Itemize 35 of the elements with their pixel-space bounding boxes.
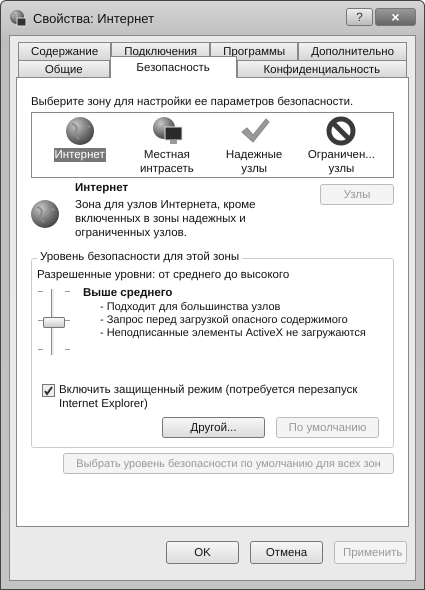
checkbox-label: Включить защищенный режим (потребуется перезапуск Internet Explorer) (59, 383, 358, 411)
allowed-levels: Разрешенные уровни: от среднего до высокого (37, 269, 290, 281)
tab[interactable]: Общие (18, 60, 110, 78)
help-button[interactable]: ? (346, 8, 373, 26)
zone-item[interactable]: Ограничен... узлы (300, 148, 383, 176)
level-detail: - Неподписанные элементы ActiveX не загружаются (100, 327, 366, 340)
zone-item[interactable]: Местная интрасеть (125, 148, 208, 176)
zone-description: Зона для узлов Интернета, кроме включенных в зоны надежных и ограниченных узлов. (75, 198, 257, 240)
tab[interactable]: Конфиденциальность (236, 60, 407, 78)
tab[interactable]: Программы (210, 42, 298, 60)
level-detail: - Подходит для большинства узлов (100, 301, 282, 314)
tab[interactable]: Содержание (18, 42, 112, 60)
level-detail: - Запрос перед загрузкой опасного содержимого (100, 314, 349, 327)
level-name: Выше среднего (83, 287, 174, 299)
ok-button[interactable]: OK (166, 541, 239, 564)
close-button[interactable]: × (375, 8, 416, 26)
zone-title: Интернет (75, 182, 130, 194)
internet-options-icon (9, 9, 27, 27)
globe-icon (64, 115, 96, 147)
zone-prompt: Выберите зону для настройки ее параметров безопасности. (31, 96, 354, 108)
slider-thumb[interactable] (43, 317, 65, 328)
tab[interactable]: Дополнительно (298, 42, 408, 60)
globe-monitor-icon (150, 115, 183, 147)
window-title: Свойства: Интернет (33, 10, 156, 26)
group-legend: Уровень безопасности для этой зоны (37, 251, 242, 263)
globe-icon (29, 198, 61, 230)
custom-level-button[interactable]: Другой... (162, 417, 265, 438)
level-slider[interactable] (37, 287, 71, 357)
zone-item[interactable]: Надежные узлы (212, 148, 296, 176)
tab[interactable]: Безопасность (110, 56, 237, 78)
checkmark-icon (43, 385, 54, 396)
checkbox[interactable] (42, 384, 55, 397)
cancel-button[interactable]: Отмена (250, 541, 323, 564)
zone-item[interactable]: Интернет (54, 148, 106, 162)
no-entry-icon (325, 115, 358, 147)
